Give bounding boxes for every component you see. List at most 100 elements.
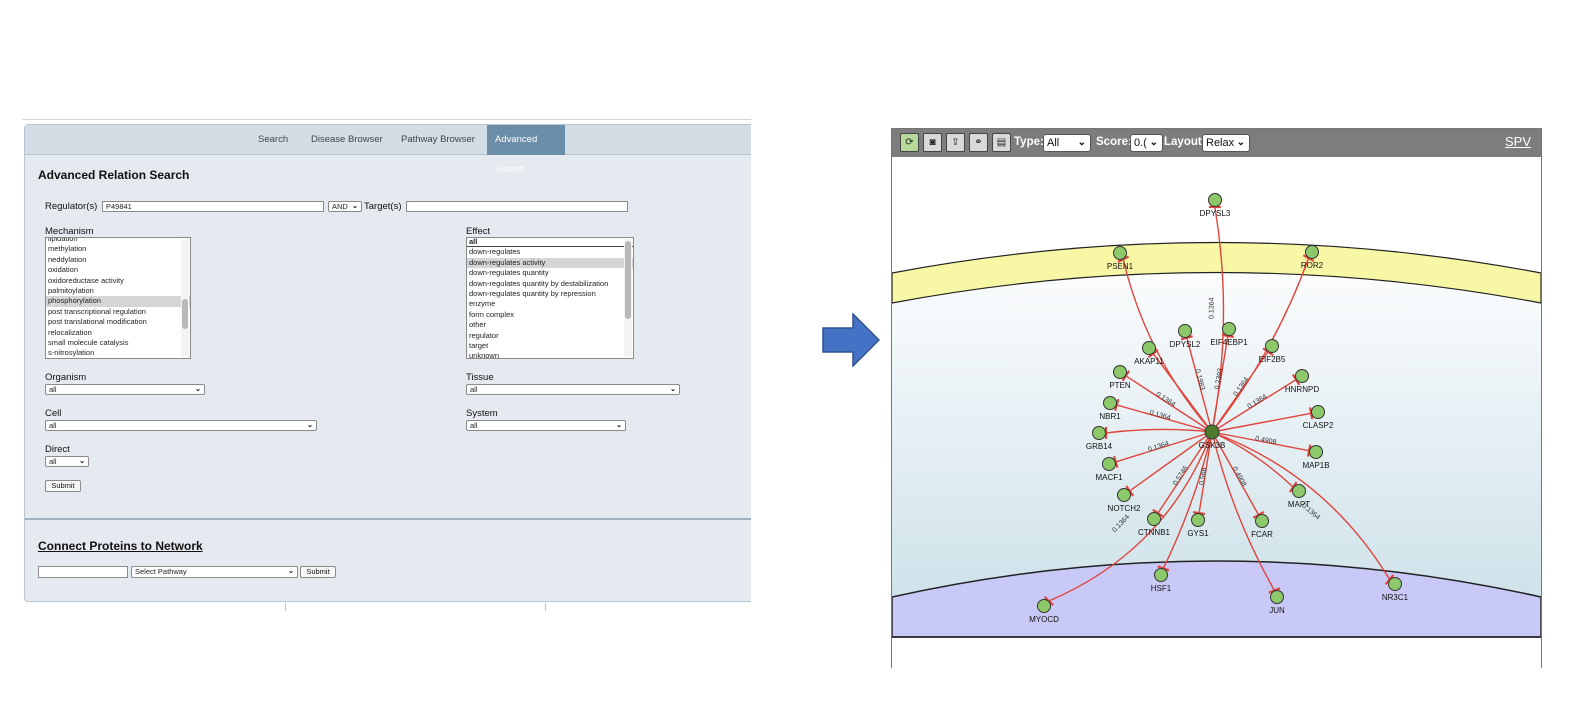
node-label: FCAR xyxy=(1251,530,1273,539)
effect-option[interactable]: down-regulates xyxy=(467,247,633,257)
submit-button[interactable]: Submit xyxy=(45,480,81,492)
node-label: DPYSL3 xyxy=(1200,209,1231,218)
cell-select[interactable]: all ⌄ xyxy=(45,420,317,431)
protein-node[interactable] xyxy=(1295,369,1309,383)
node-label: EIF4EBP1 xyxy=(1210,338,1248,347)
export-icon[interactable]: ⇪ xyxy=(946,133,965,152)
mechanism-option[interactable]: oxidation xyxy=(46,265,190,275)
protein-node[interactable] xyxy=(1388,577,1402,591)
protein-node[interactable] xyxy=(1305,245,1319,259)
organism-select[interactable]: all ⌄ xyxy=(45,384,205,395)
pathway-select[interactable]: Select Pathway ⌄ xyxy=(131,566,298,578)
refresh-icon[interactable]: ⟳ xyxy=(900,133,919,152)
node-label: CTNNB1 xyxy=(1138,528,1171,537)
direct-select[interactable]: all ⌄ xyxy=(45,456,89,467)
effect-listbox[interactable]: all down-regulates down-regulates activi… xyxy=(466,237,634,359)
mechanism-option-selected[interactable]: phosphorylation xyxy=(46,296,190,307)
mechanism-option[interactable]: relocalization xyxy=(46,328,190,338)
protein-node[interactable] xyxy=(1037,599,1051,613)
regulator-label: Regulator(s) xyxy=(45,201,98,212)
score-select[interactable]: 0.(⌄ xyxy=(1130,134,1163,152)
chevron-down-icon: ⌄ xyxy=(79,458,85,465)
system-label: System xyxy=(466,408,498,419)
network-canvas[interactable]: 0.13640.1983 0.2393 0.13640.1364 0.13640.13… xyxy=(892,157,1541,668)
viewer-toolbar: ⟳ ◙ ⇪ ⚭ ▤ Type: All ⌄ Score: 0.(⌄ Layout:… xyxy=(892,129,1541,157)
scrollbar-thumb[interactable] xyxy=(625,241,631,319)
effect-option[interactable]: down-regulates quantity by destabilizati… xyxy=(467,279,633,289)
mechanism-option[interactable]: palmitoylation xyxy=(46,286,190,296)
mechanism-option[interactable]: post translational modification xyxy=(46,317,190,327)
cell-label: Cell xyxy=(45,408,62,419)
layout-select[interactable]: Relax ⌄ xyxy=(1202,134,1250,152)
protein-node[interactable] xyxy=(1113,365,1127,379)
protein-node[interactable] xyxy=(1265,339,1279,353)
tab-search[interactable]: Search xyxy=(250,125,296,155)
protein-node[interactable] xyxy=(1178,324,1192,338)
protein-node[interactable] xyxy=(1309,445,1323,459)
protein-node[interactable] xyxy=(1255,514,1269,528)
chevron-down-icon: ⌄ xyxy=(616,422,622,429)
protein-node[interactable] xyxy=(1103,396,1117,410)
regulator-input[interactable] xyxy=(102,201,324,212)
mechanism-option[interactable]: methylation xyxy=(46,244,190,254)
chevron-down-icon: ⌄ xyxy=(1236,137,1245,148)
effect-option[interactable]: target xyxy=(467,341,633,351)
operator-select[interactable]: AND ⌄ xyxy=(328,201,362,212)
mechanism-option[interactable]: s-nitrosylation xyxy=(46,348,190,358)
protein-node[interactable] xyxy=(1292,484,1306,498)
center-node[interactable] xyxy=(1204,424,1220,440)
direct-label: Direct xyxy=(45,444,70,455)
camera-icon[interactable]: ◙ xyxy=(923,133,942,152)
node-label: DPYSL2 xyxy=(1170,340,1201,349)
effect-option[interactable]: regulator xyxy=(467,331,633,341)
effect-option[interactable]: all xyxy=(467,238,633,248)
effect-option[interactable]: down-regulates quantity xyxy=(467,268,633,278)
network-icon[interactable]: ⚭ xyxy=(969,133,988,152)
layout-label: Layout: xyxy=(1164,136,1206,148)
protein-node[interactable] xyxy=(1154,568,1168,582)
node-label: JUN xyxy=(1269,606,1285,615)
node-label: GSK3B xyxy=(1199,441,1226,450)
clipboard-icon[interactable]: ▤ xyxy=(992,133,1011,152)
protein-node[interactable] xyxy=(1092,426,1106,440)
connect-submit-button[interactable]: Submit xyxy=(300,566,336,578)
effect-scrollbar[interactable] xyxy=(624,239,632,357)
protein-node[interactable] xyxy=(1222,322,1236,336)
tissue-select[interactable]: all ⌄ xyxy=(466,384,680,395)
mechanism-option[interactable]: neddylation xyxy=(46,255,190,265)
mechanism-scrollbar[interactable] xyxy=(181,239,189,357)
network-viewer: ⟳ ◙ ⇪ ⚭ ▤ Type: All ⌄ Score: 0.(⌄ Layout:… xyxy=(891,128,1542,668)
effect-option[interactable]: down-regulates quantity by repression xyxy=(467,289,633,299)
tissue-label: Tissue xyxy=(466,372,494,383)
protein-node[interactable] xyxy=(1311,405,1325,419)
mechanism-listbox[interactable]: lipidation methylation neddylation oxida… xyxy=(45,237,191,359)
effect-option-selected[interactable]: down-regulates activity xyxy=(467,257,633,269)
tab-advanced-search[interactable]: Advanced Search xyxy=(487,125,565,175)
protein-node[interactable] xyxy=(1117,488,1131,502)
effect-option[interactable]: other xyxy=(467,320,633,330)
scrollbar-thumb[interactable] xyxy=(182,299,188,329)
spv-link[interactable]: SPV xyxy=(1505,134,1531,149)
mechanism-option[interactable]: post transcriptional regulation xyxy=(46,307,190,317)
effect-option[interactable]: unknown xyxy=(467,351,633,358)
protein-node[interactable] xyxy=(1142,341,1156,355)
mechanism-option[interactable]: small molecule catalysis xyxy=(46,338,190,348)
system-select[interactable]: all ⌄ xyxy=(466,420,626,431)
mechanism-option[interactable]: oxidoreductase activity xyxy=(46,276,190,286)
type-select[interactable]: All ⌄ xyxy=(1043,134,1091,152)
protein-node[interactable] xyxy=(1102,457,1116,471)
target-input[interactable] xyxy=(406,201,628,212)
protein-input[interactable] xyxy=(38,566,128,578)
node-label: NBR1 xyxy=(1099,412,1121,421)
protein-node[interactable] xyxy=(1270,590,1284,604)
score-label: Score: xyxy=(1096,136,1132,148)
protein-node[interactable] xyxy=(1208,193,1222,207)
protein-node[interactable] xyxy=(1147,512,1161,526)
effect-option[interactable]: form complex xyxy=(467,310,633,320)
effect-option[interactable]: enzyme xyxy=(467,299,633,309)
protein-node[interactable] xyxy=(1113,246,1127,260)
mechanism-option[interactable]: lipidation xyxy=(46,238,190,244)
protein-node[interactable] xyxy=(1191,513,1205,527)
tab-pathway-browser[interactable]: Pathway Browser xyxy=(393,125,483,155)
tab-disease-browser[interactable]: Disease Browser xyxy=(303,125,391,155)
